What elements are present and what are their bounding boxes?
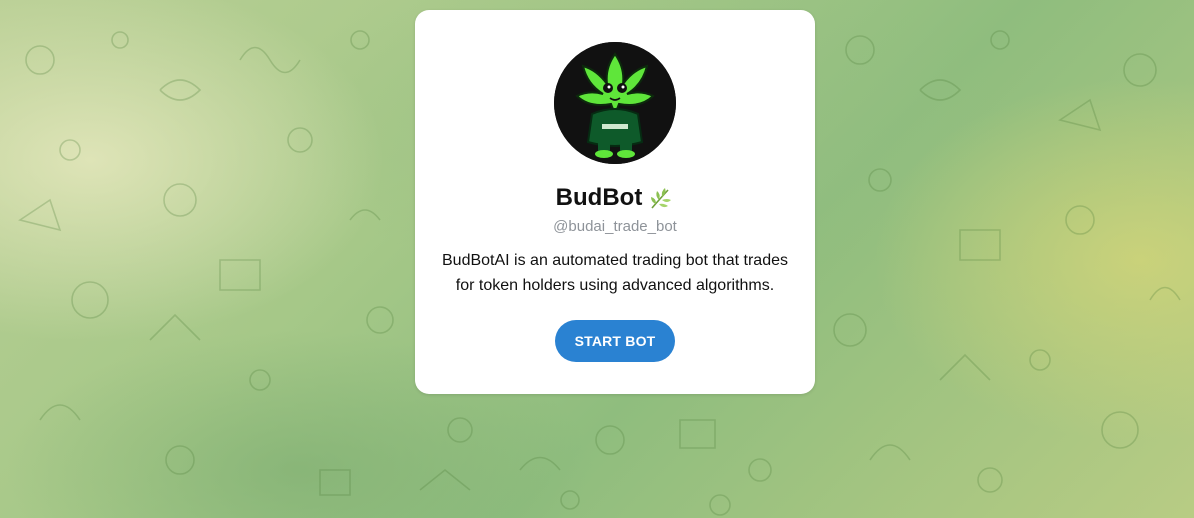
leaf-icon: [648, 185, 674, 211]
bot-info-card: BudBot @budai_trade_bot BudBotAI is an a…: [415, 10, 815, 394]
bot-avatar[interactable]: [554, 42, 676, 164]
bot-name: BudBot: [555, 184, 643, 211]
bot-title-row: BudBot: [415, 182, 815, 214]
start-bot-button[interactable]: START BOT: [555, 320, 675, 362]
bot-username: @budai_trade_bot: [553, 218, 677, 235]
cannabis-leaf-mascot-avatar-icon: [554, 42, 676, 164]
bot-description: BudBotAI is an automated trading bot tha…: [442, 252, 788, 294]
